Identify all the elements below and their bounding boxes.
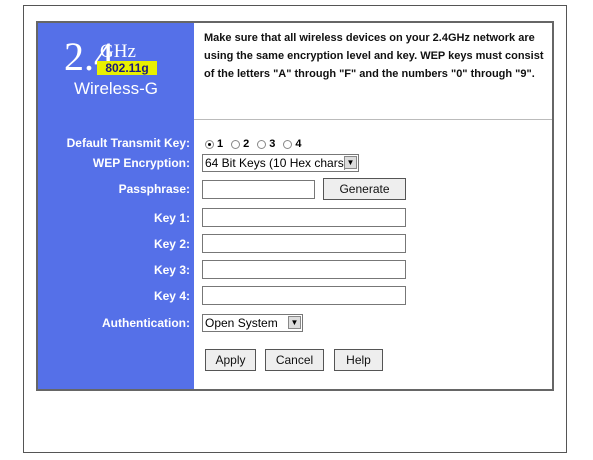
radio-label-4: 4 <box>295 138 302 150</box>
radio-label-3: 3 <box>269 138 276 150</box>
key1-input[interactable] <box>202 208 406 227</box>
label-column: 2.4 GHz 802.11g Wireless-G Default Trans… <box>38 23 194 389</box>
key4-label: Key 4: <box>153 289 190 303</box>
key3-input[interactable] <box>202 260 406 279</box>
logo-product-name: Wireless-G <box>73 79 159 98</box>
radio-button-2[interactable] <box>231 139 241 149</box>
key1-label: Key 1: <box>153 211 190 225</box>
authentication-label: Authentication: <box>102 316 190 330</box>
chevron-down-icon[interactable]: ▼ <box>344 156 357 169</box>
authentication-select[interactable]: Open System ▼ <box>202 314 303 332</box>
default-transmit-key-label: Default Transmit Key: <box>66 136 190 150</box>
logo-unit: GHz <box>100 41 136 62</box>
wep-encryption-select[interactable]: 64 Bit Keys (10 Hex chars) ▼ <box>202 154 359 172</box>
default-key-option-2[interactable]: 2 <box>231 138 249 150</box>
wep-instructions: Make sure that all wireless devices on y… <box>204 32 544 80</box>
authentication-value: Open System <box>205 316 278 330</box>
key3-label: Key 3: <box>153 263 190 277</box>
default-transmit-key-radios: 1 2 3 4 <box>205 136 310 152</box>
key4-input[interactable] <box>202 286 406 305</box>
cancel-button[interactable]: Cancel <box>265 349 324 371</box>
generate-button[interactable]: Generate <box>323 178 406 200</box>
header-divider <box>194 119 552 120</box>
passphrase-input[interactable] <box>202 180 315 199</box>
apply-button[interactable]: Apply <box>205 349 256 371</box>
wireless-security-panel: 2.4 GHz 802.11g Wireless-G Default Trans… <box>36 21 554 391</box>
radio-button-3[interactable] <box>257 139 267 149</box>
default-key-option-1[interactable]: 1 <box>205 138 223 150</box>
radio-button-4[interactable] <box>283 139 293 149</box>
radio-button-1[interactable] <box>205 139 214 149</box>
chevron-down-icon[interactable]: ▼ <box>288 316 301 329</box>
passphrase-label: Passphrase: <box>118 182 190 196</box>
key2-input[interactable] <box>202 234 406 253</box>
wep-encryption-value: 64 Bit Keys (10 Hex chars) <box>205 156 348 170</box>
default-key-option-4[interactable]: 4 <box>283 138 302 150</box>
default-key-option-3[interactable]: 3 <box>257 138 275 150</box>
wep-encryption-label: WEP Encryption: <box>92 156 190 170</box>
help-button[interactable]: Help <box>334 349 383 371</box>
radio-label-1: 1 <box>217 138 224 150</box>
wireless-g-logo: 2.4 GHz 802.11g Wireless-G <box>38 23 194 119</box>
logo-standard-badge: 802.11g <box>97 61 157 75</box>
key2-label: Key 2: <box>153 237 190 251</box>
radio-label-2: 2 <box>243 138 250 150</box>
